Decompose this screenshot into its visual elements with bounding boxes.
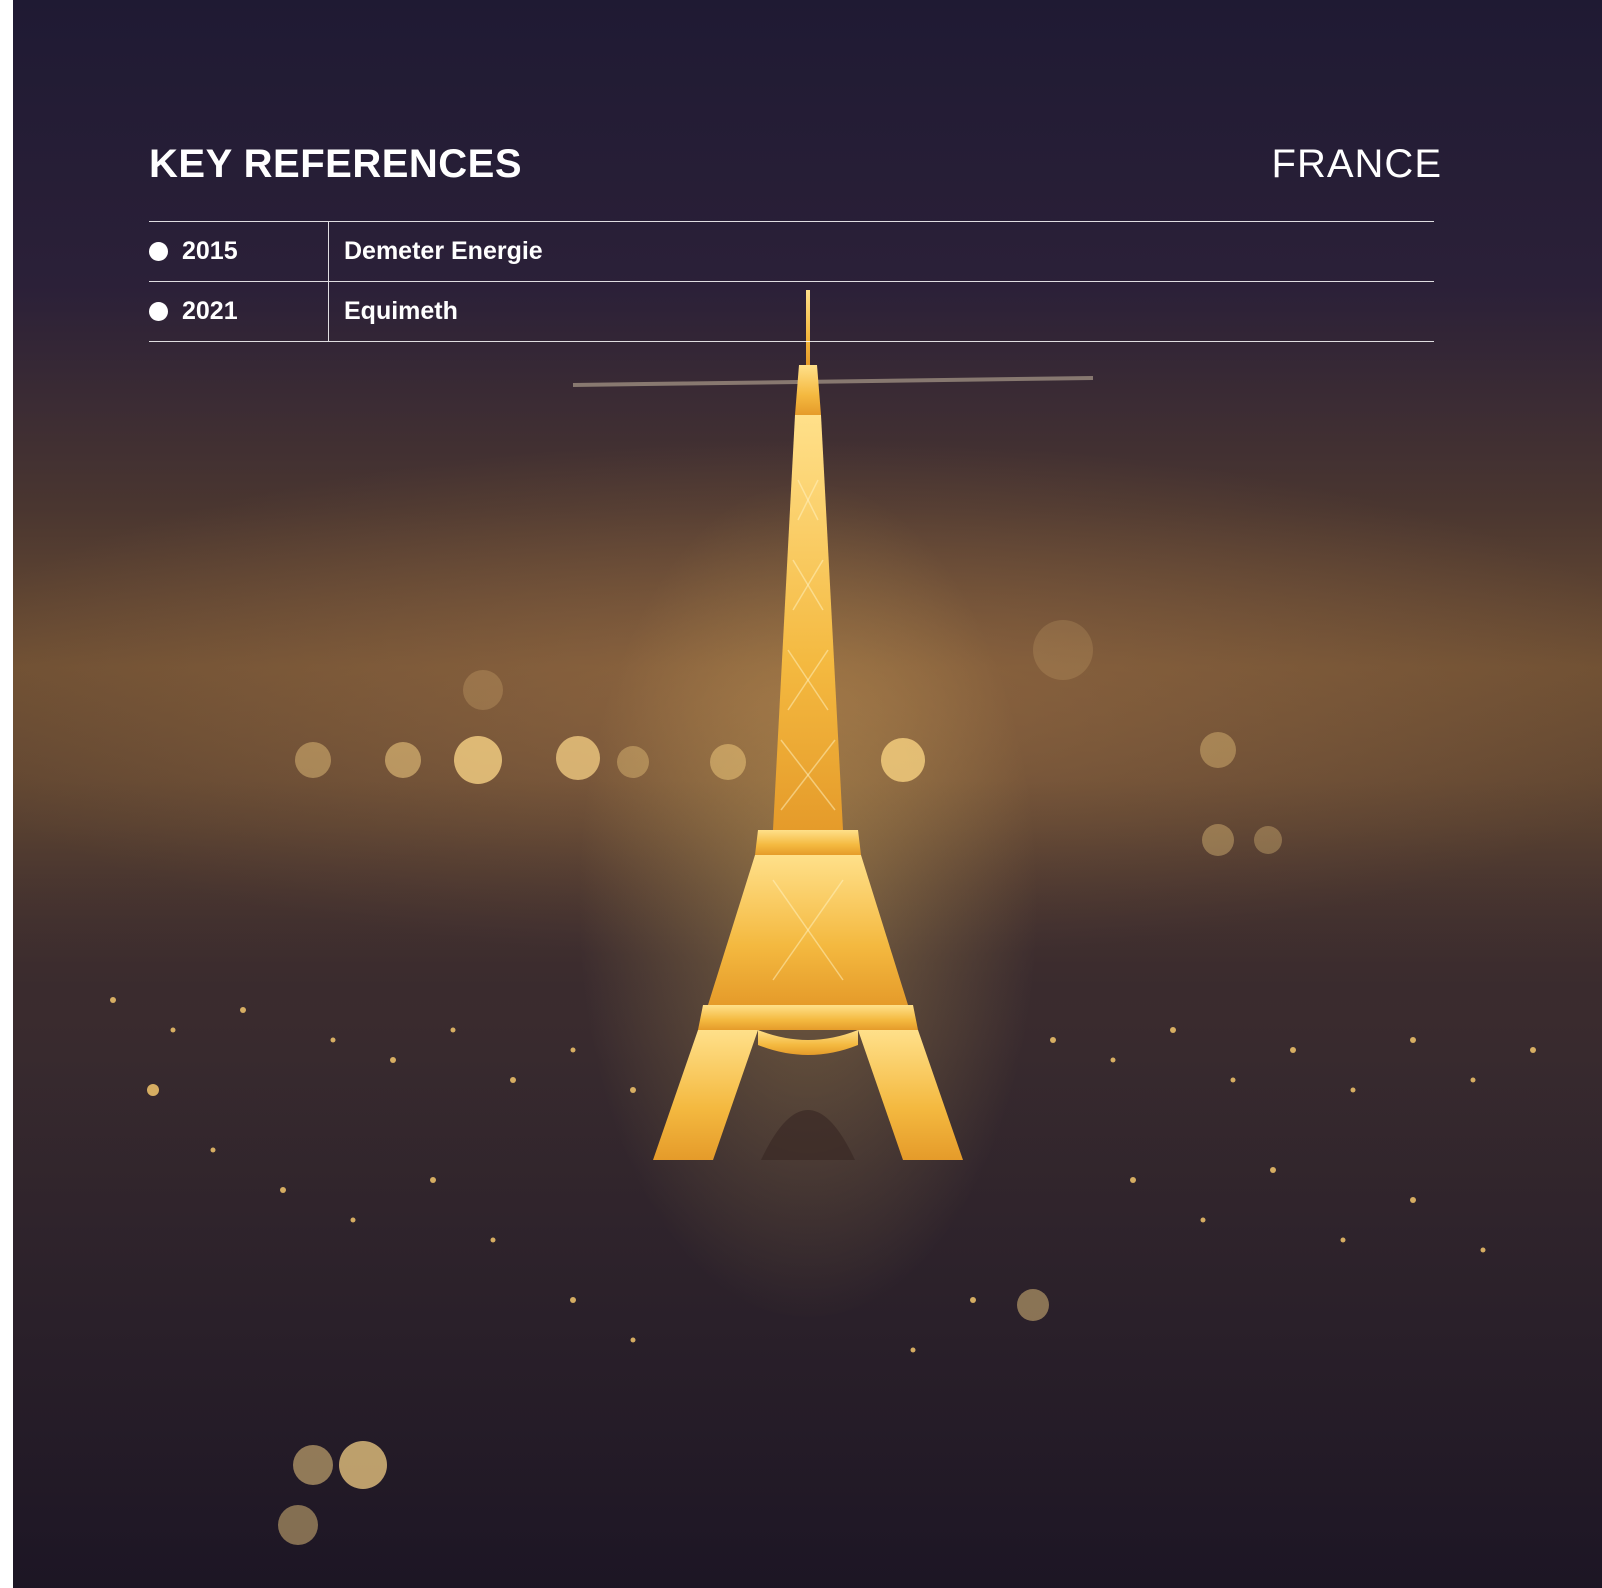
reference-year: 2021 (182, 297, 238, 325)
page-title: KEY REFERENCES (149, 142, 523, 186)
table-row: 2015 Demeter Energie (149, 222, 1434, 282)
reference-year-cell: 2021 (149, 282, 329, 341)
bullet-icon (149, 302, 168, 321)
country-label: FRANCE (1271, 142, 1442, 186)
reference-name: Equimeth (344, 297, 458, 325)
table-row: 2021 Equimeth (149, 282, 1434, 342)
reference-year: 2015 (182, 237, 238, 265)
bullet-icon (149, 242, 168, 261)
reference-year-cell: 2015 (149, 222, 329, 281)
references-table: 2015 Demeter Energie 2021 Equimeth (149, 221, 1434, 342)
reference-name: Demeter Energie (344, 237, 543, 265)
